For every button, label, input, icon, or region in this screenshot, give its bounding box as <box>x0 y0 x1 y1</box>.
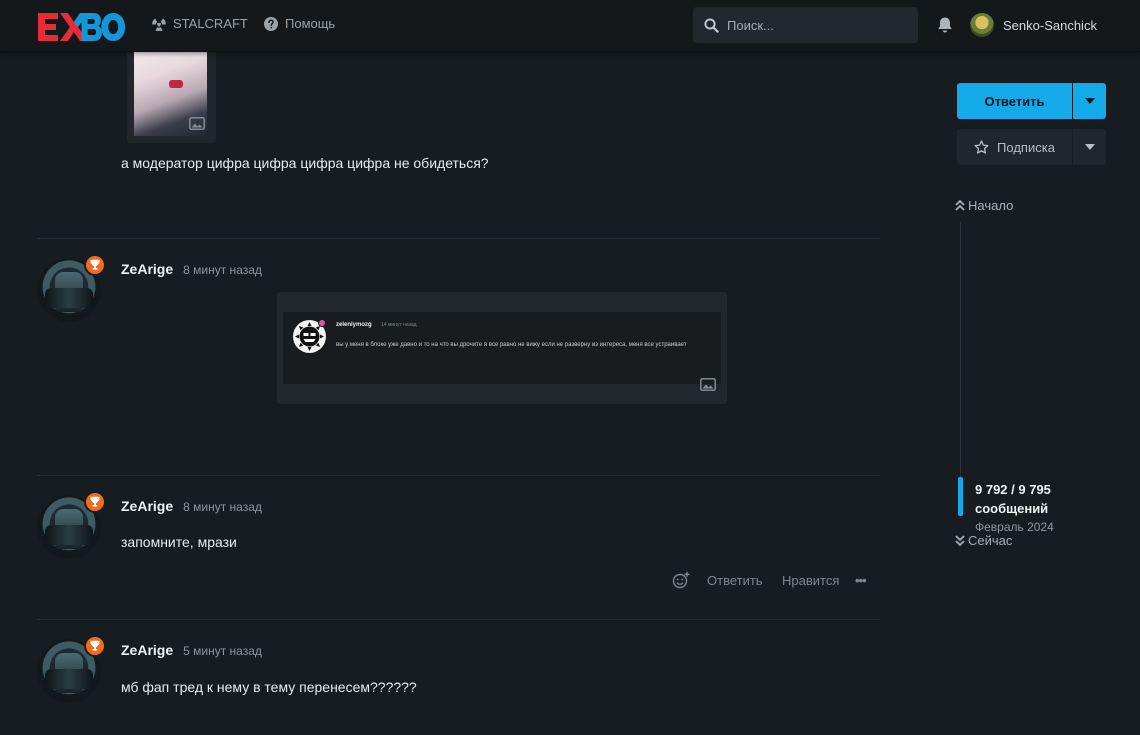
post-text: а модератор цифра цифра цифра цифра не о… <box>121 155 489 171</box>
caret-down-icon <box>1084 144 1095 150</box>
nav-link-help[interactable]: Помощь <box>264 16 335 31</box>
post-time[interactable]: 5 минут назад <box>183 644 262 658</box>
trophy-icon <box>84 254 106 276</box>
top-navbar: STALCRAFT Помощь Senko-Sanchick <box>0 0 1140 52</box>
post-author-line: ZeArige 8 минут назад <box>121 498 262 514</box>
subscribe-dropdown-button[interactable] <box>1073 129 1106 165</box>
post-time[interactable]: 8 минут назад <box>183 500 262 514</box>
user-avatar <box>970 13 994 37</box>
star-icon <box>974 139 989 154</box>
message-counter: 9 792 / 9 795 сообщений <box>975 480 1051 518</box>
trophy-icon <box>84 491 106 513</box>
bell-icon <box>938 17 952 33</box>
exbo-logo-mark <box>38 13 126 41</box>
post-text: запомните, мрази <box>121 534 237 550</box>
author-name[interactable]: ZeArige <box>121 498 173 514</box>
thread-scroll-handle[interactable] <box>958 477 963 516</box>
post-time[interactable]: 8 минут назад <box>183 263 262 277</box>
jump-to-start-link[interactable]: Начало <box>955 198 1013 213</box>
user-menu[interactable]: Senko-Sanchick <box>970 13 1097 37</box>
radiation-icon <box>152 18 166 31</box>
image-icon <box>700 377 716 391</box>
now-label: Сейчас <box>968 533 1013 548</box>
quoted-text: вы у меня в блоке уже давно и то на что … <box>336 342 687 348</box>
search-icon <box>704 17 719 33</box>
help-circle-icon <box>264 16 278 31</box>
more-options-button[interactable]: ••• <box>855 573 867 588</box>
search-input[interactable] <box>727 17 897 33</box>
notifications-button[interactable] <box>937 16 953 39</box>
author-name[interactable]: ZeArige <box>121 261 173 277</box>
message-count-unit: сообщений <box>975 501 1049 516</box>
image-detail <box>169 80 183 88</box>
search-box[interactable] <box>693 7 918 43</box>
subscribe-button[interactable]: Подписка <box>957 129 1072 165</box>
post-divider <box>37 619 880 620</box>
quoted-author: zeleniymozg <box>336 322 372 328</box>
nav-link-stalcraft[interactable]: STALCRAFT <box>152 16 248 31</box>
post-divider <box>37 238 880 239</box>
username: Senko-Sanchick <box>1003 17 1097 33</box>
start-label: Начало <box>968 198 1014 213</box>
double-chevron-up-icon <box>955 200 965 211</box>
nav-label-stalcraft: STALCRAFT <box>173 16 248 31</box>
reply-button[interactable]: Ответить <box>957 83 1072 119</box>
post-author-line: ZeArige 5 минут назад <box>121 642 262 658</box>
reply-link[interactable]: Ответить <box>707 573 782 588</box>
message-count: 9 792 / 9 795 <box>975 482 1051 497</box>
post-author-line: ZeArige 8 минут назад <box>121 261 262 277</box>
nav-label-help: Помощь <box>285 16 336 31</box>
scroll-date: Февраль 2024 <box>975 520 1054 534</box>
quoted-time: 14 минут назад <box>381 322 417 328</box>
subscribe-label: Подписка <box>997 139 1055 155</box>
embedded-message: zeleniymozg 14 минут назад вы у меня в б… <box>283 312 721 384</box>
embedded-screenshot[interactable]: zeleniymozg 14 минут назад вы у меня в б… <box>277 292 727 404</box>
like-link[interactable]: Нравится <box>782 573 855 588</box>
author-name[interactable]: ZeArige <box>121 642 173 658</box>
trophy-icon <box>84 635 106 657</box>
jump-to-now-link[interactable]: Сейчас <box>955 533 1012 548</box>
reply-dropdown-button[interactable] <box>1073 83 1106 119</box>
caret-down-icon <box>1084 98 1095 104</box>
image-icon <box>189 116 205 130</box>
exbo-logo[interactable] <box>36 11 126 43</box>
double-chevron-down-icon <box>955 535 965 546</box>
emoji-add-icon <box>672 571 690 589</box>
status-dot <box>318 319 326 327</box>
post-actions: Ответить Нравится ••• <box>672 570 867 590</box>
post-divider <box>37 475 880 476</box>
post-text: мб фап тред к нему в тему перенесем?????… <box>121 679 417 695</box>
attached-image-thumbnail[interactable] <box>127 40 216 143</box>
thread-scroll-track[interactable] <box>960 222 961 477</box>
add-reaction-button[interactable] <box>672 571 707 589</box>
